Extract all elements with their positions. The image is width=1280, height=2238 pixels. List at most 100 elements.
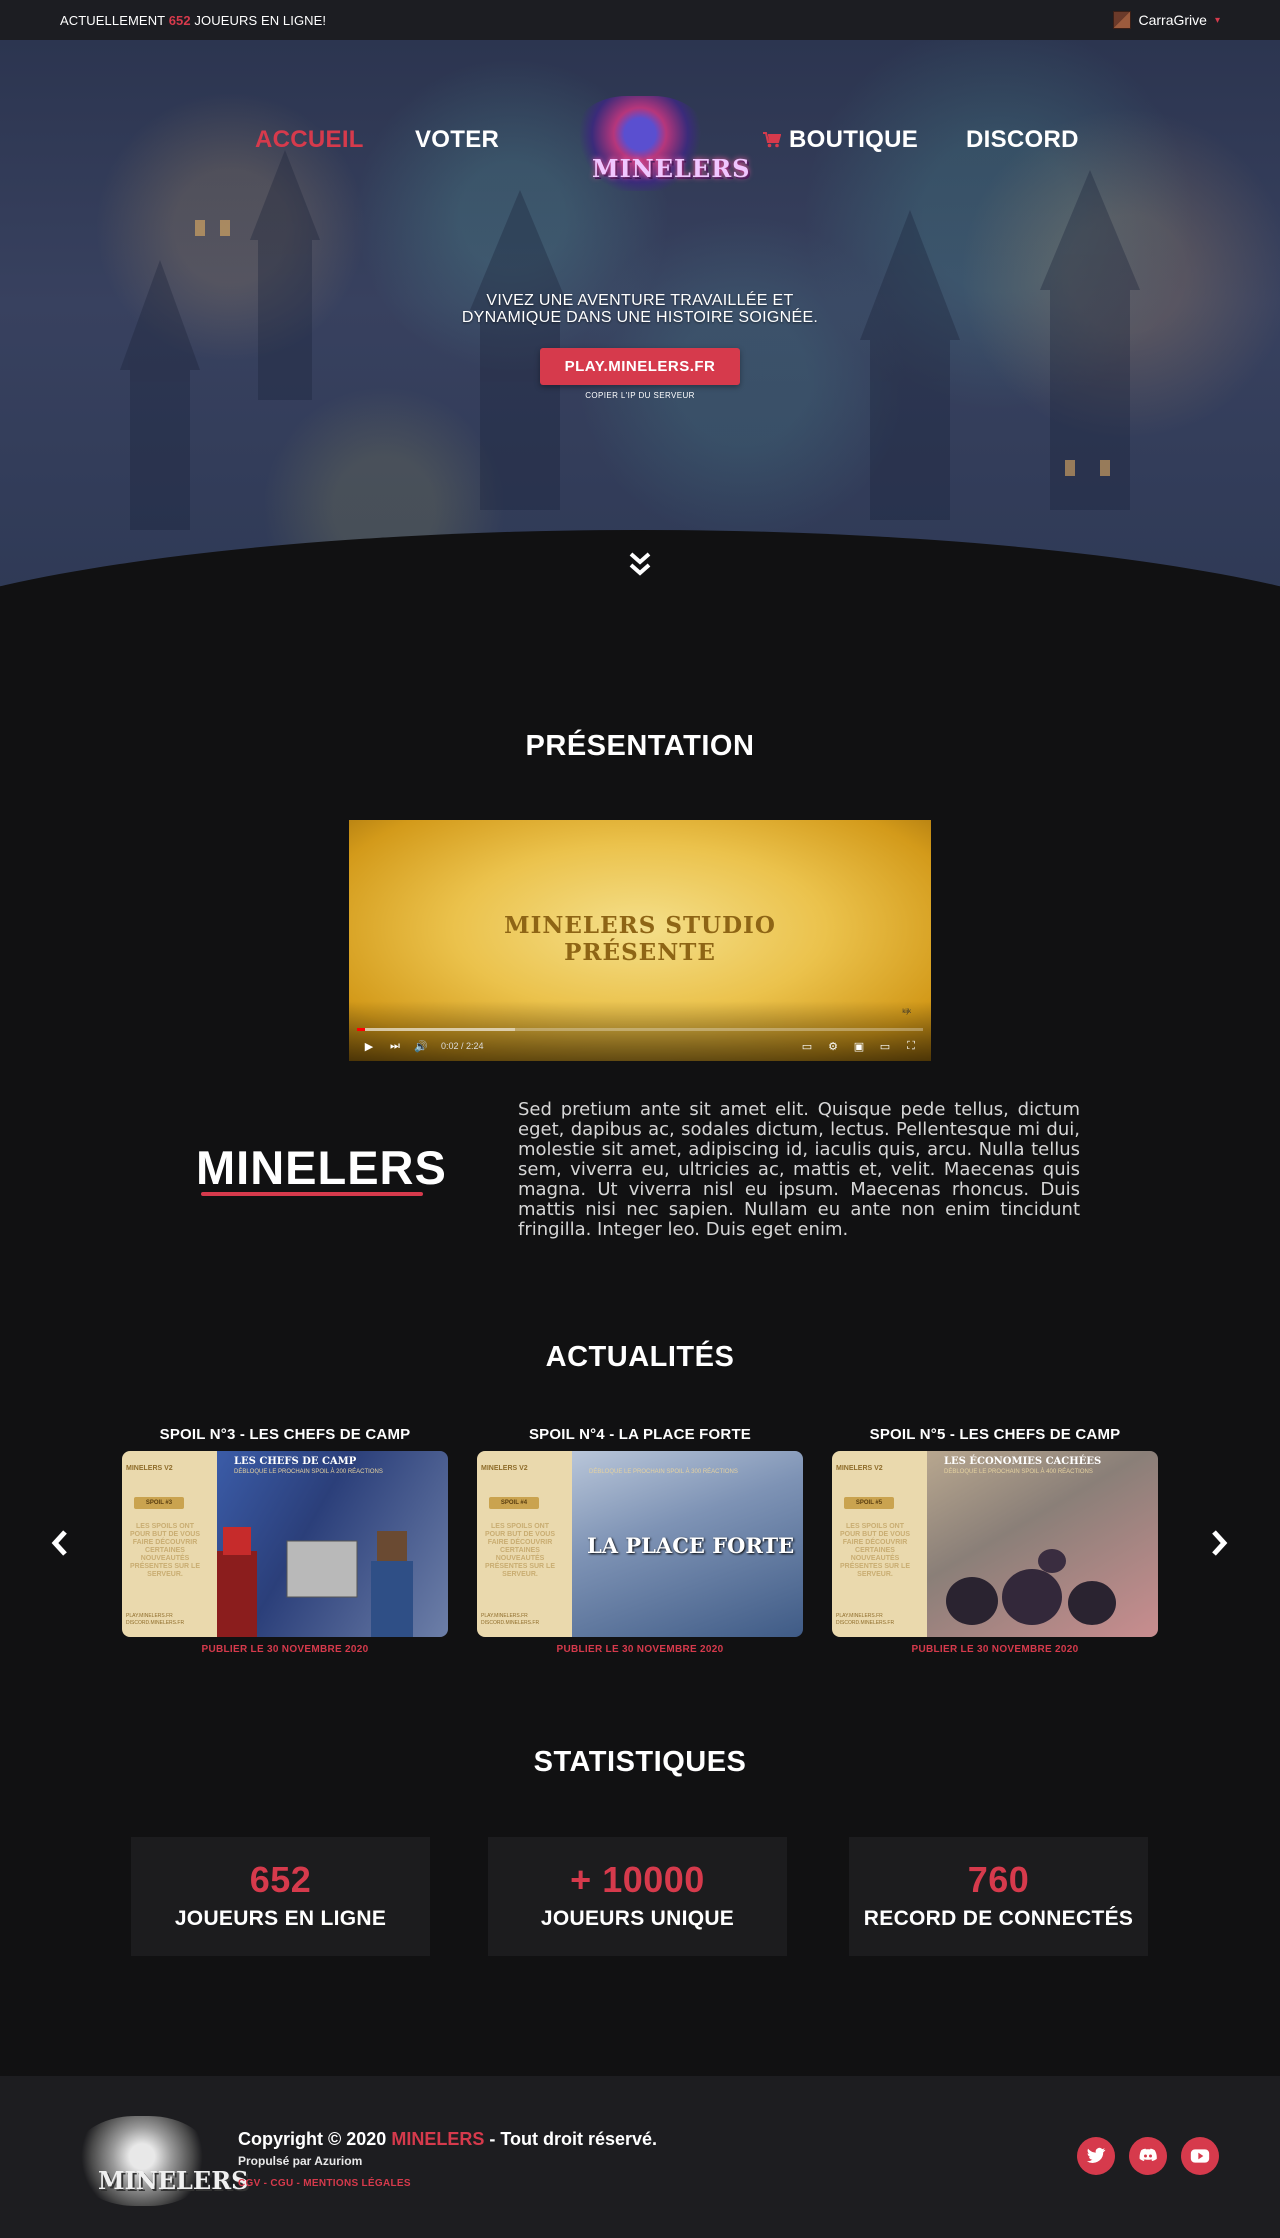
nav-shop[interactable]: BOUTIQUE <box>763 126 918 154</box>
copyright-brand[interactable]: MINELERS <box>391 2129 484 2149</box>
creatures-illustration <box>946 1549 1116 1625</box>
news-card-image[interactable]: MINELERS V2 SPOIL #5 LES SPOILS ONT POUR… <box>832 1451 1158 1637</box>
card-side-top: MINELERS V2 <box>836 1465 883 1472</box>
double-chevron-down-icon[interactable] <box>627 550 653 580</box>
stat-label: JOUEURS UNIQUE <box>540 1907 735 1930</box>
youtube-button[interactable] <box>1181 2137 1219 2175</box>
card-image-big-title: LA PLACE FORTE <box>587 1533 795 1558</box>
card-side-text: LES SPOILS ONT POUR BUT DE VOUS FAIRE DÉ… <box>484 1523 555 1578</box>
news-title: ACTUALITÉS <box>545 1341 735 1373</box>
video-time: 0:02 / 2:24 <box>441 1041 484 1051</box>
tagline-line-1: VIVEZ UNE AVENTURE TRAVAILLÉE ET <box>486 292 794 309</box>
miniplayer-icon[interactable]: ▣ <box>853 1040 865 1053</box>
discord-icon <box>1139 2148 1157 2161</box>
carousel-prev-button[interactable] <box>48 1528 72 1558</box>
video-controls: ▶ ⏭ 🔊 0:02 / 2:24 ▭ ⚙ ▣ ▭ ⛶ <box>349 1035 931 1057</box>
news-card-title[interactable]: SPOIL N°5 - LES CHEFS DE CAMP <box>832 1426 1158 1443</box>
stat-card: 760 RECORD DE CONNECTÉS <box>849 1837 1148 1956</box>
news-card-image[interactable]: MINELERS V2 SPOIL #3 LES SPOILS ONT POUR… <box>122 1451 448 1637</box>
cart-icon <box>763 132 781 148</box>
video-text-line-1: MINELERS STUDIO <box>504 912 776 939</box>
card-image-sub: DÉBLOQUE LE PROCHAIN SPOIL À 300 RÉACTIO… <box>589 1469 738 1475</box>
card-spoil-tag: SPOIL #3 <box>134 1497 184 1509</box>
discord-button[interactable] <box>1129 2137 1167 2175</box>
card-image-sub: DÉBLOQUE LE PROCHAIN SPOIL À 400 RÉACTIO… <box>944 1469 1093 1475</box>
nav-discord[interactable]: DISCORD <box>966 126 1079 154</box>
online-suffix: JOUEURS EN LIGNE! <box>194 12 327 28</box>
news-card-date: PUBLIER LE 30 NOVEMBRE 2020 <box>911 1644 1079 1655</box>
tagline-line-2: DYNAMIQUE DANS UNE HISTOIRE SOIGNÉE. <box>461 309 819 326</box>
card-image-heading: LES CHEFS DE CAMP <box>234 1456 357 1467</box>
site-logo[interactable]: MINELERS <box>574 96 749 191</box>
copyright-suffix: - Tout droit réservé. <box>489 2129 658 2149</box>
card-spoil-tag: SPOIL #5 <box>844 1497 894 1509</box>
stat-label: RECORD DE CONNECTÉS <box>863 1907 1134 1930</box>
nav-vote[interactable]: VOTER <box>415 126 499 154</box>
video-text-line-2: PRÉSENTE <box>564 939 716 966</box>
theater-icon[interactable]: ▭ <box>879 1040 891 1053</box>
card-image-sub: DÉBLOQUE LE PROCHAIN SPOIL À 200 RÉACTIO… <box>234 1469 383 1475</box>
card-side-top: MINELERS V2 <box>481 1465 528 1472</box>
volume-icon[interactable]: 🔊 <box>414 1040 428 1053</box>
chevron-right-icon <box>1212 1530 1228 1556</box>
nav-shop-label: BOUTIQUE <box>789 126 919 153</box>
username: CarraGrive <box>1138 12 1207 28</box>
card-side-text: LES SPOILS ONT POUR BUT DE VOUS FAIRE DÉ… <box>129 1523 200 1578</box>
card-side-links: PLAY.MINELERS.FR DISCORD.MINELERS.FR <box>481 1613 540 1626</box>
hero-tagline: VIVEZ UNE AVENTURE TRAVAILLÉE ET DYNAMIQ… <box>0 292 1280 326</box>
powered-by[interactable]: Propulsé par Azuriom <box>238 2154 362 2168</box>
footer-logo-text: MINELERS <box>98 2166 249 2195</box>
card-side-panel: MINELERS V2 SPOIL #5 LES SPOILS ONT POUR… <box>832 1451 927 1637</box>
card-side-panel: MINELERS V2 SPOIL #4 LES SPOILS ONT POUR… <box>477 1451 572 1637</box>
stat-value: 652 <box>249 1859 312 1900</box>
legal-links[interactable]: CGV - CGU - MENTIONS LÉGALES <box>238 2178 411 2189</box>
stat-value: 760 <box>967 1859 1030 1900</box>
nav-home[interactable]: ACCUEIL <box>255 126 364 154</box>
copyright-prefix: Copyright © 2020 <box>238 2129 387 2149</box>
video-played <box>357 1028 365 1031</box>
copyright: Copyright © 2020 MINELERS - Tout droit r… <box>238 2129 657 2150</box>
card-side-links: PLAY.MINELERS.FR DISCORD.MINELERS.FR <box>836 1613 895 1626</box>
card-image-heading: LES ÉCONOMIES CACHÉES <box>944 1456 1102 1467</box>
stat-card: 652 JOUEURS EN LIGNE <box>131 1837 430 1956</box>
subtitles-icon[interactable]: ▭ <box>801 1040 813 1053</box>
news-card-title[interactable]: SPOIL N°3 - LES CHEFS DE CAMP <box>122 1426 448 1443</box>
online-players-notice: ACTUELLEMENT 652 JOUEURS EN LIGNE! <box>60 13 326 28</box>
online-prefix: ACTUELLEMENT <box>60 12 165 28</box>
card-side-links: PLAY.MINELERS.FR DISCORD.MINELERS.FR <box>126 1613 185 1626</box>
caret-down-icon: ▾ <box>1214 14 1220 26</box>
top-bar: ACTUELLEMENT 652 JOUEURS EN LIGNE! Carra… <box>0 0 1280 40</box>
news-card-title[interactable]: SPOIL N°4 - LA PLACE FORTE <box>477 1426 803 1443</box>
logo-text: MINELERS <box>592 154 751 183</box>
copy-ip-button[interactable]: PLAY.MINELERS.FR <box>540 348 740 385</box>
fullscreen-icon[interactable]: ⛶ <box>905 1040 917 1052</box>
settings-icon[interactable]: ⚙ <box>827 1040 839 1053</box>
about-description: Sed pretium ante sit amet elit. Quisque … <box>518 1099 1080 1240</box>
news-card-image[interactable]: MINELERS V2 SPOIL #4 LES SPOILS ONT POUR… <box>477 1451 803 1637</box>
card-side-panel: MINELERS V2 SPOIL #3 LES SPOILS ONT POUR… <box>122 1451 217 1637</box>
chevron-left-icon <box>51 1530 67 1556</box>
brand-underline <box>201 1192 423 1196</box>
user-menu[interactable]: CarraGrive ▾ <box>1112 11 1220 29</box>
card-side-text: LES SPOILS ONT POUR BUT DE VOUS FAIRE DÉ… <box>839 1523 910 1578</box>
news-card-date: PUBLIER LE 30 NOVEMBRE 2020 <box>201 1644 369 1655</box>
twitter-icon <box>1086 2147 1106 2163</box>
play-icon[interactable]: ▶ <box>363 1040 375 1053</box>
hero-banner: ACCUEIL VOTER MINELERS BOUTIQUE DISCORD … <box>0 40 1280 625</box>
card-side-top: MINELERS V2 <box>126 1465 173 1472</box>
footer-logo[interactable]: MINELERS <box>74 2116 248 2206</box>
next-icon[interactable]: ⏭ <box>389 1040 401 1052</box>
carousel-next-button[interactable] <box>1207 1528 1231 1558</box>
avatar <box>1112 11 1131 29</box>
presentation-title: PRÉSENTATION <box>525 730 755 762</box>
stat-value: + 10000 <box>570 1859 705 1900</box>
news-card-date: PUBLIER LE 30 NOVEMBRE 2020 <box>556 1644 724 1655</box>
online-count: 652 <box>168 12 191 28</box>
characters-illustration <box>217 1527 413 1637</box>
video-player[interactable]: MINELERS STUDIO PRÉSENTE kijk ▶ ⏭ 🔊 0:02… <box>349 820 931 1061</box>
twitter-button[interactable] <box>1077 2137 1115 2175</box>
stat-label: JOUEURS EN LIGNE <box>174 1907 387 1930</box>
card-spoil-tag: SPOIL #4 <box>489 1497 539 1509</box>
brand-name: MINELERS <box>196 1141 447 1194</box>
video-progress-bar[interactable] <box>357 1028 923 1031</box>
